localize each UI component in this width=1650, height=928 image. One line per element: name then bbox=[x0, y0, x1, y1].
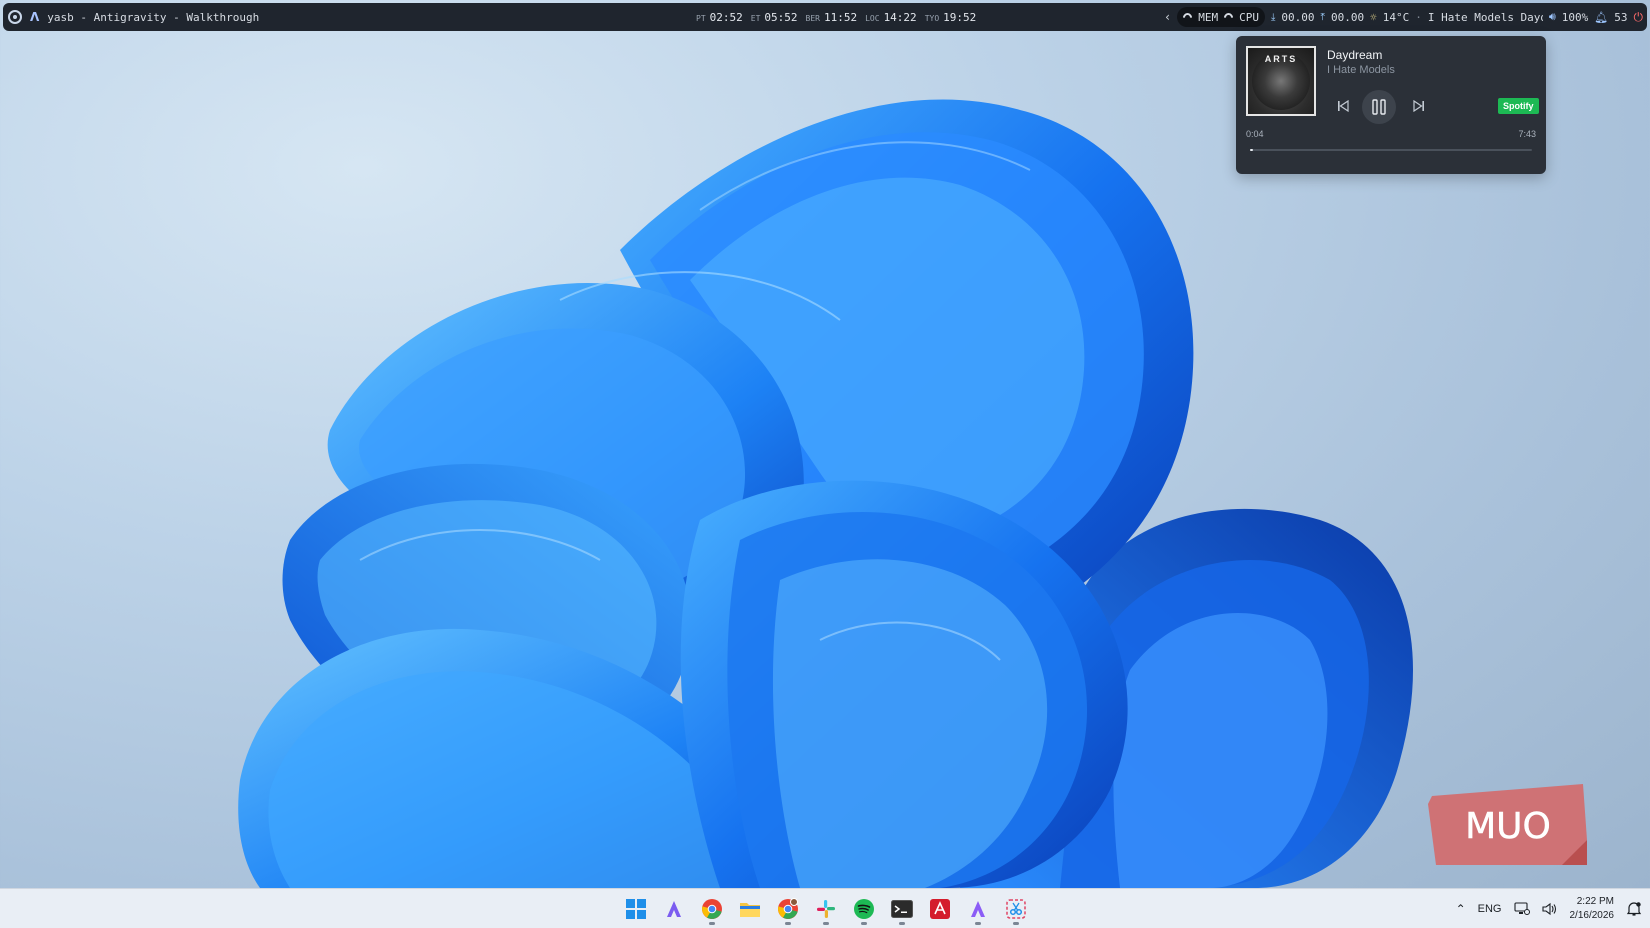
album-art: ARTS bbox=[1246, 46, 1316, 116]
taskbar-app-spotify[interactable] bbox=[850, 895, 878, 925]
volume-level[interactable]: 100% bbox=[1562, 11, 1589, 24]
track-artist: I Hate Models bbox=[1327, 64, 1395, 76]
slack-icon bbox=[817, 900, 835, 918]
upload-rate[interactable]: 00.00 bbox=[1331, 11, 1364, 24]
folder-icon bbox=[740, 903, 760, 917]
track-title: Daydream bbox=[1327, 48, 1383, 62]
volume-icon: 🔊︎ bbox=[1548, 10, 1556, 23]
spotify-icon bbox=[854, 899, 874, 919]
snipping-tool-icon bbox=[1006, 899, 1026, 919]
input-language[interactable]: ENG bbox=[1478, 903, 1502, 915]
cpu-label: CPU bbox=[1239, 10, 1259, 24]
running-indicator bbox=[785, 922, 791, 925]
svg-text:MUO: MUO bbox=[1465, 806, 1551, 847]
skip-back-icon bbox=[1338, 100, 1349, 112]
taskbar-app-slack[interactable] bbox=[812, 895, 840, 925]
clock-et[interactable]: ET 05:52 bbox=[751, 11, 798, 24]
weather-sun-icon: ☼ bbox=[1370, 10, 1377, 24]
chrome-profile-icon bbox=[778, 898, 798, 919]
taskbar-pinned-apps bbox=[622, 889, 1030, 928]
taskbar-app-file-explorer[interactable] bbox=[736, 895, 764, 923]
playback-progress-fill bbox=[1250, 149, 1253, 151]
running-indicator bbox=[861, 922, 867, 925]
taskbar-clock[interactable]: 2:22 PM 2/16/2026 bbox=[1570, 895, 1615, 923]
speaker-icon[interactable] bbox=[1541, 902, 1558, 916]
taskbar-app-antigravity[interactable] bbox=[660, 895, 688, 923]
clock-loc[interactable]: LOC 14:22 bbox=[865, 11, 917, 24]
start-button[interactable] bbox=[622, 895, 650, 923]
antigravity-app-icon: Λ bbox=[30, 10, 40, 24]
taskbar-app-acrobat[interactable] bbox=[926, 895, 954, 923]
world-clocks: PT 02:52 ET 05:52 BER 11:52 LOC 14:22 TYO 19:… bbox=[696, 3, 976, 31]
mem-label: MEM bbox=[1198, 10, 1219, 24]
bell-icon: 🔔︎ bbox=[1594, 10, 1609, 24]
windows-logo-icon bbox=[626, 899, 646, 919]
next-track-button[interactable] bbox=[1409, 96, 1429, 116]
cpu-gauge-icon bbox=[1222, 10, 1235, 24]
media-player-popup: ARTS Daydream I Hate Models Spotify 0:04… bbox=[1236, 36, 1546, 174]
playback-progress-bar[interactable] bbox=[1250, 149, 1532, 151]
now-playing-text[interactable]: I Hate Models Daydr bbox=[1428, 11, 1543, 24]
status-bar: Λ yasb - Antigravity - Walkthrough PT 02:… bbox=[3, 3, 1647, 31]
separator-dot: · bbox=[1415, 10, 1422, 24]
system-tray: ⌃ ENG 2:22 PM 2/16/2026 bbox=[1456, 889, 1642, 928]
running-indicator bbox=[1013, 922, 1019, 925]
taskbar-app-terminal[interactable] bbox=[888, 895, 916, 925]
pause-button[interactable] bbox=[1362, 90, 1396, 124]
windows-taskbar: ⌃ ENG 2:22 PM 2/16/2026 bbox=[0, 888, 1650, 928]
download-icon: ⤓ bbox=[1271, 11, 1276, 23]
elapsed-time: 0:04 bbox=[1246, 129, 1264, 139]
notification-center-icon[interactable] bbox=[1626, 901, 1642, 917]
system-stats-pill[interactable]: MEM CPU bbox=[1177, 7, 1265, 27]
clock-ber[interactable]: BER 11:52 bbox=[806, 11, 858, 24]
running-indicator bbox=[709, 922, 715, 925]
clock-date: 2/16/2026 bbox=[1569, 910, 1615, 921]
taskbar-app-antigravity-2[interactable] bbox=[964, 895, 992, 925]
terminal-icon bbox=[891, 900, 913, 918]
clock-time: 2:22 PM bbox=[1576, 896, 1614, 907]
launcher-icon[interactable] bbox=[8, 10, 22, 24]
clock-tyo[interactable]: TYO 19:52 bbox=[925, 11, 977, 24]
taskbar-app-chrome-profile[interactable] bbox=[774, 895, 802, 925]
spotify-source-badge[interactable]: Spotify bbox=[1498, 98, 1539, 114]
antigravity-icon bbox=[971, 901, 985, 917]
skip-forward-icon bbox=[1413, 100, 1424, 112]
network-icon[interactable] bbox=[1513, 902, 1530, 916]
mem-gauge-icon bbox=[1181, 10, 1195, 24]
pause-icon bbox=[1372, 99, 1386, 115]
taskbar-app-snipping-tool[interactable] bbox=[1002, 895, 1030, 925]
muo-watermark-logo: MUO bbox=[1428, 784, 1587, 865]
running-indicator bbox=[975, 922, 981, 925]
acrobat-icon bbox=[930, 899, 950, 919]
clock-pt[interactable]: PT 02:52 bbox=[696, 11, 743, 24]
power-icon[interactable]: ⏻ bbox=[1634, 10, 1644, 25]
antigravity-icon bbox=[667, 901, 681, 917]
active-window-title[interactable]: yasb - Antigravity - Walkthrough bbox=[47, 11, 259, 24]
chevron-up-icon[interactable]: ⌃ bbox=[1456, 902, 1466, 916]
taskbar-app-chrome[interactable] bbox=[698, 895, 726, 925]
running-indicator bbox=[823, 922, 829, 925]
running-indicator bbox=[899, 922, 905, 925]
previous-track-button[interactable] bbox=[1333, 96, 1353, 116]
notification-count[interactable]: 53 bbox=[1614, 11, 1627, 24]
download-rate[interactable]: 00.00 bbox=[1281, 11, 1314, 24]
chrome-icon bbox=[702, 899, 722, 919]
album-label: ARTS bbox=[1264, 54, 1298, 64]
weather-temp[interactable]: 14°C bbox=[1383, 11, 1410, 24]
chevron-left-icon[interactable]: ‹ bbox=[1164, 10, 1171, 24]
upload-icon: ⤒ bbox=[1320, 11, 1325, 23]
total-time: 7:43 bbox=[1518, 129, 1536, 139]
